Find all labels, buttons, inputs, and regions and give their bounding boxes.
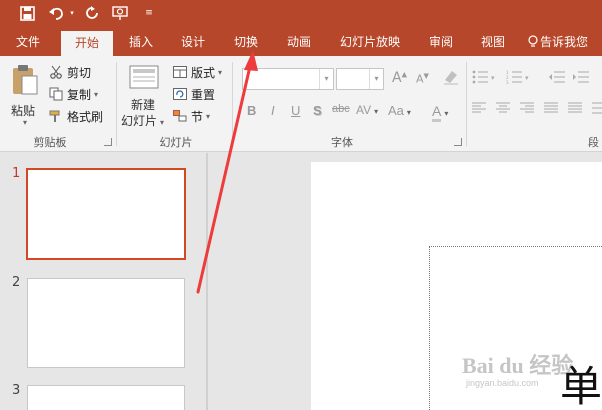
slide-number: 2	[12, 275, 21, 290]
section-label: 节	[191, 109, 204, 124]
align-center-button[interactable]	[496, 102, 510, 117]
copy-icon	[48, 86, 64, 102]
tab-home[interactable]: 开始	[61, 31, 113, 56]
clear-formatting-icon[interactable]	[442, 68, 460, 89]
align-left-button[interactable]	[472, 102, 486, 117]
customize-qat-icon[interactable]: ≡	[144, 2, 154, 24]
new-slide-dropdown-icon: ▾	[160, 118, 165, 127]
scissors-icon	[48, 64, 64, 80]
grow-font-button[interactable]: A▲	[392, 70, 407, 86]
section-dropdown-icon: ▾	[206, 111, 211, 121]
font-dialog-launcher[interactable]	[454, 138, 462, 146]
reset-button[interactable]: 重置	[172, 85, 215, 103]
separator	[466, 62, 467, 146]
paintbrush-icon	[48, 108, 64, 124]
tab-slideshow[interactable]: 幻灯片放映	[332, 28, 408, 56]
svg-text:▾: ▾	[491, 74, 495, 82]
layout-label: 版式	[191, 65, 216, 80]
paste-icon	[11, 64, 39, 99]
tell-me-text: 告诉我您	[540, 35, 589, 49]
copy-dropdown-icon[interactable]: ▾	[94, 90, 98, 99]
clipboard-group-label: 剪贴板	[33, 136, 67, 149]
increase-indent-button[interactable]	[572, 70, 590, 87]
font-name-combobox[interactable]: ▾	[242, 68, 334, 90]
new-slide-button[interactable]: 新建 幻灯片 ▾	[120, 62, 166, 130]
bullets-button[interactable]: ▾	[472, 70, 498, 87]
tell-me-box[interactable]: 告诉我您	[528, 28, 602, 56]
line-spacing-button[interactable]	[592, 102, 602, 117]
new-slide-label-1: 新建	[131, 98, 156, 112]
tab-animations[interactable]: 动画	[278, 28, 320, 56]
cut-button[interactable]: 剪切	[48, 63, 91, 81]
tab-file[interactable]: 文件	[6, 28, 50, 56]
format-painter-label: 格式刷	[67, 109, 104, 124]
watermark-line-2: jingyan.baidu.com	[466, 378, 539, 388]
font-name-dropdown-icon[interactable]: ▾	[319, 69, 333, 89]
character-spacing-button[interactable]: AV ▾	[356, 103, 378, 117]
paragraph-group-label: 段	[588, 136, 599, 149]
clipboard-dialog-launcher[interactable]	[104, 138, 112, 146]
font-size-dropdown-icon[interactable]: ▾	[369, 69, 383, 89]
new-slide-icon	[129, 65, 159, 92]
cut-label: 剪切	[67, 65, 92, 80]
undo-icon[interactable]	[46, 2, 68, 24]
format-painter-button[interactable]: 格式刷	[48, 107, 103, 125]
reset-label: 重置	[191, 87, 216, 102]
copy-label: 复制	[67, 87, 92, 102]
justify-button[interactable]	[544, 102, 558, 117]
watermark-line-1: Bai du 经验	[462, 353, 574, 378]
ribbon-tab-bar: 文件 开始 插入 设计 切换 动画 幻灯片放映 审阅 视图 告诉我您	[0, 28, 602, 56]
lightbulb-icon	[528, 28, 540, 56]
layout-button[interactable]: 版式 ▾	[172, 63, 222, 81]
decrease-indent-button[interactable]	[548, 70, 566, 87]
tab-design[interactable]: 设计	[172, 28, 214, 56]
paste-button[interactable]: 粘贴 ▾	[8, 62, 42, 132]
section-icon	[172, 108, 188, 124]
italic-button[interactable]: I	[271, 103, 275, 118]
redo-icon[interactable]	[82, 2, 102, 24]
save-icon[interactable]	[16, 2, 38, 24]
tab-insert[interactable]: 插入	[120, 28, 162, 56]
separator	[232, 62, 233, 146]
tab-review[interactable]: 审阅	[420, 28, 462, 56]
slide-thumbnail[interactable]	[27, 278, 185, 368]
layout-dropdown-icon: ▾	[218, 67, 223, 77]
strikethrough-button[interactable]: abc	[332, 103, 350, 115]
distribute-button[interactable]	[568, 102, 582, 117]
paste-label: 粘贴	[11, 104, 36, 118]
reset-icon	[172, 86, 188, 102]
ribbon-home: 粘贴 ▾ 剪切 复制 ▾ 格式刷 剪贴板 新建 幻灯片 ▾ 版式 ▾ 重置 节 …	[0, 56, 602, 152]
shrink-font-button[interactable]: A▼	[416, 72, 429, 86]
slide-number: 1	[12, 166, 21, 181]
slide-thumbnail[interactable]	[26, 168, 186, 260]
tab-view[interactable]: 视图	[472, 28, 514, 56]
numbering-button[interactable]: 1 2 3 ▾	[506, 70, 532, 87]
bold-button[interactable]: B	[247, 103, 256, 118]
slide-number: 3	[12, 383, 21, 398]
slides-group-label: 幻灯片	[159, 136, 193, 149]
undo-dropdown-icon[interactable]: ▾	[68, 2, 76, 24]
change-case-button[interactable]: Aa ▾	[388, 103, 411, 118]
quick-access-toolbar: ▾ ≡	[0, 0, 602, 28]
slide-text-fragment: 单	[560, 362, 602, 410]
present-from-start-icon[interactable]	[110, 2, 132, 24]
font-color-button[interactable]: A ▾	[432, 103, 448, 122]
section-button[interactable]: 节 ▾	[172, 107, 210, 125]
layout-icon	[172, 64, 188, 80]
slide-thumbnail[interactable]	[27, 385, 185, 410]
svg-text:▾: ▾	[525, 74, 529, 82]
paste-dropdown-icon: ▾	[23, 118, 28, 127]
new-slide-label-2: 幻灯片 ▾	[121, 114, 165, 128]
underline-button[interactable]: U	[291, 103, 300, 118]
text-shadow-button[interactable]: S	[313, 103, 322, 118]
copy-button[interactable]: 复制 ▾	[48, 85, 98, 103]
align-right-button[interactable]	[520, 102, 534, 117]
svg-text:3: 3	[506, 80, 509, 84]
tab-transitions[interactable]: 切换	[225, 28, 267, 56]
font-size-combobox[interactable]: ▾	[336, 68, 384, 90]
separator	[116, 62, 117, 146]
font-group-label: 字体	[331, 136, 353, 149]
